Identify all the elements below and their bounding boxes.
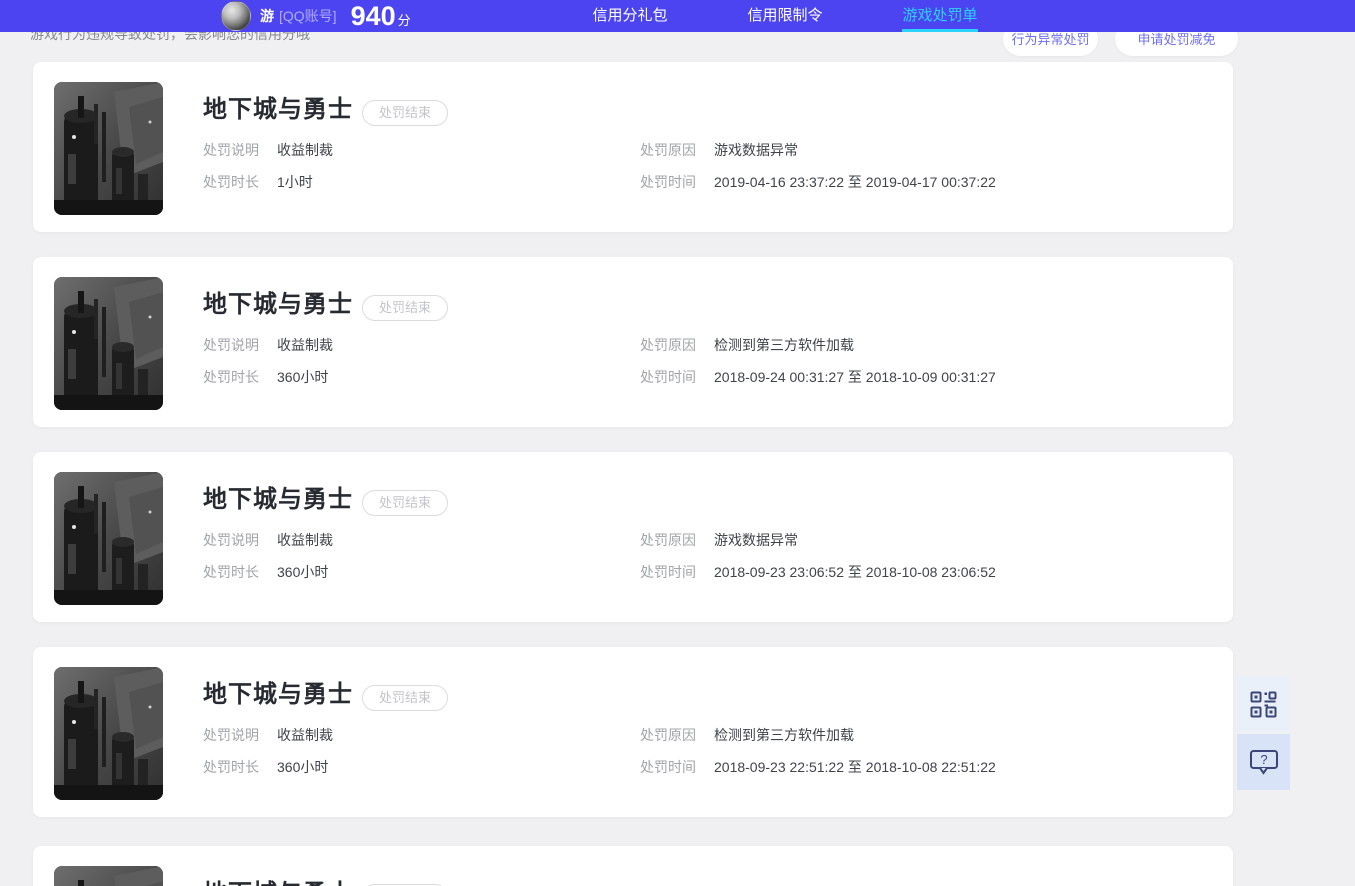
field-value: 收益制裁 <box>277 532 333 548</box>
field-label: 处罚说明 <box>203 337 259 353</box>
tab-game-penalty[interactable]: 游戏处罚单 <box>902 0 978 32</box>
penalty-field-row: 处罚时间 2018-09-24 00:31:27 至 2018-10-09 00… <box>640 370 996 385</box>
field-value: 1小时 <box>277 174 313 190</box>
penalty-field-row: 处罚说明 收益制裁 <box>203 533 640 548</box>
penalty-field-row: 处罚时间 2018-09-23 23:06:52 至 2018-10-08 23… <box>640 565 996 580</box>
field-label: 处罚说明 <box>203 142 259 158</box>
user-name: 游 <box>260 8 274 24</box>
field-label: 处罚时长 <box>203 759 259 775</box>
top-nav-bar: 游 [QQ账号] 940 分 信用分礼包 信用限制令 游戏处罚单 <box>0 0 1355 32</box>
field-value: 检测到第三方软件加载 <box>714 337 854 353</box>
field-value: 游戏数据异常 <box>714 142 798 158</box>
game-title: 地下城与勇士 <box>203 879 353 886</box>
penalty-field-row: 处罚说明 收益制裁 <box>203 143 640 158</box>
field-label: 处罚说明 <box>203 727 259 743</box>
field-value: 游戏数据异常 <box>714 532 798 548</box>
credit-score-unit: 分 <box>397 13 411 28</box>
credit-score-value: 940 <box>350 1 396 31</box>
qr-code-icon <box>1250 691 1277 717</box>
field-value: 360小时 <box>277 564 329 580</box>
penalty-fields: 处罚说明 收益制裁 处罚原因 游戏数据异常 处罚时长 360小时 处罚时间 20… <box>203 533 996 580</box>
penalty-card: 地下城与勇士 处罚结束 处罚说明 收益制裁 处罚原因 检测到第三方软件加载 处罚… <box>33 647 1233 817</box>
field-value: 收益制裁 <box>277 727 333 743</box>
user-account-label: [QQ账号] <box>279 8 337 24</box>
penalty-field-row: 处罚原因 检测到第三方软件加载 <box>640 728 996 743</box>
penalty-fields: 处罚说明 收益制裁 处罚原因 游戏数据异常 处罚时长 1小时 处罚时间 2019… <box>203 143 996 190</box>
field-label: 处罚时间 <box>640 759 696 775</box>
field-label: 处罚原因 <box>640 727 696 743</box>
field-label: 处罚时长 <box>203 369 259 385</box>
game-title: 地下城与勇士 <box>203 291 353 318</box>
penalty-status-badge: 处罚结束 <box>362 685 449 711</box>
avatar <box>221 1 251 31</box>
field-value: 收益制裁 <box>277 142 333 158</box>
credit-score: 940 分 <box>351 0 411 32</box>
penalty-field-row: 处罚时长 360小时 <box>203 760 640 775</box>
penalty-status-badge: 处罚结束 <box>362 100 449 126</box>
field-value: 检测到第三方软件加载 <box>714 727 854 743</box>
game-thumbnail-image <box>54 277 163 410</box>
field-label: 处罚时长 <box>203 174 259 190</box>
penalty-card: 地下城与勇士 处罚结束 处罚说明 收益制裁 处罚原因 检测到第三方软件加载 处罚… <box>33 257 1233 427</box>
penalty-card: 地下城与勇士 处罚结束 处罚说明 收益制裁 处罚原因 游戏数据异常 处罚时长 3… <box>33 452 1233 622</box>
penalty-field-row: 处罚时间 2018-09-23 22:51:22 至 2018-10-08 22… <box>640 760 996 775</box>
game-title: 地下城与勇士 <box>203 681 353 708</box>
help-icon: ? <box>1249 750 1278 775</box>
penalty-card: 地下城与勇士 处罚结束 处罚说明 收益制裁 处罚原因 游戏数据异常 处罚时长 1… <box>33 62 1233 232</box>
field-value: 2018-09-24 00:31:27 至 2018-10-09 00:31:2… <box>714 369 996 385</box>
field-label: 处罚时长 <box>203 564 259 580</box>
help-button[interactable]: ? <box>1237 734 1290 790</box>
user-info: 游 [QQ账号] 940 分 <box>221 0 411 32</box>
penalty-field-row: 处罚时长 360小时 <box>203 565 640 580</box>
penalty-field-row: 处罚时长 360小时 <box>203 370 640 385</box>
page: 游戏行为违规导致处罚，会影响您的信用分哦 行为异常处罚 申请处罚减免 游 [QQ… <box>0 0 1355 886</box>
field-value: 360小时 <box>277 369 329 385</box>
penalty-fields: 处罚说明 收益制裁 处罚原因 检测到第三方软件加载 处罚时长 360小时 处罚时… <box>203 338 996 385</box>
penalty-fields: 处罚说明 收益制裁 处罚原因 检测到第三方软件加载 处罚时长 360小时 处罚时… <box>203 728 996 775</box>
penalty-field-row: 处罚原因 检测到第三方软件加载 <box>640 338 996 353</box>
game-title: 地下城与勇士 <box>203 96 353 123</box>
field-label: 处罚原因 <box>640 337 696 353</box>
penalty-field-row: 处罚说明 收益制裁 <box>203 338 640 353</box>
field-value: 2018-09-23 22:51:22 至 2018-10-08 22:51:2… <box>714 759 996 775</box>
penalty-field-row: 处罚原因 游戏数据异常 <box>640 143 996 158</box>
field-value: 收益制裁 <box>277 337 333 353</box>
tab-credit-restriction[interactable]: 信用限制令 <box>747 0 823 32</box>
penalty-field-row: 处罚说明 收益制裁 <box>203 728 640 743</box>
field-value: 2018-09-23 23:06:52 至 2018-10-08 23:06:5… <box>714 564 996 580</box>
qr-code-button[interactable] <box>1237 676 1290 732</box>
penalty-status-badge: 处罚结束 <box>362 295 449 321</box>
game-title: 地下城与勇士 <box>203 486 353 513</box>
penalty-field-row: 处罚时间 2019-04-16 23:37:22 至 2019-04-17 00… <box>640 175 996 190</box>
game-thumbnail-image <box>54 472 163 605</box>
field-label: 处罚原因 <box>640 532 696 548</box>
field-value: 360小时 <box>277 759 329 775</box>
game-thumbnail-image <box>54 82 163 215</box>
penalty-field-row: 处罚原因 游戏数据异常 <box>640 533 996 548</box>
game-thumbnail-image <box>54 667 163 800</box>
field-label: 处罚说明 <box>203 532 259 548</box>
nav-tabs: 信用分礼包 信用限制令 游戏处罚单 <box>592 0 978 32</box>
game-thumbnail-image <box>54 866 163 886</box>
penalty-card: 地下城与勇士 处罚结束 <box>33 846 1233 886</box>
penalty-status-badge: 处罚结束 <box>362 490 449 516</box>
field-label: 处罚时间 <box>640 174 696 190</box>
field-label: 处罚时间 <box>640 369 696 385</box>
help-question-mark: ? <box>1260 752 1267 767</box>
field-label: 处罚原因 <box>640 142 696 158</box>
penalty-field-row: 处罚时长 1小时 <box>203 175 640 190</box>
field-value: 2019-04-16 23:37:22 至 2019-04-17 00:37:2… <box>714 174 996 190</box>
tab-credit-gift[interactable]: 信用分礼包 <box>592 0 668 32</box>
field-label: 处罚时间 <box>640 564 696 580</box>
